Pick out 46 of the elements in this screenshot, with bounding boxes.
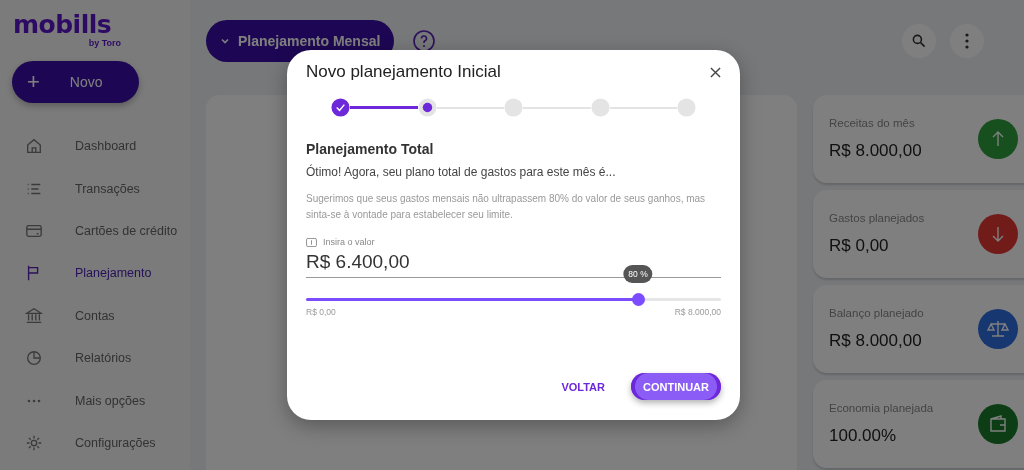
card-label: Receitas do mês <box>829 117 916 129</box>
section-heading: Planejamento Total <box>306 141 435 157</box>
sidebar-item[interactable]: Contas <box>12 294 190 337</box>
new-button[interactable]: + Novo <box>12 61 139 103</box>
settings-icon <box>25 433 43 452</box>
max-label: R$ 8.000,00 <box>674 307 721 317</box>
more-vertical-icon <box>965 33 969 49</box>
slider-tooltip: 80 % <box>623 265 653 283</box>
help-icon[interactable] <box>412 29 437 53</box>
chevron-down-icon <box>220 36 230 46</box>
home-icon <box>25 137 43 156</box>
card-label: Gastos planejados <box>829 212 925 224</box>
brand-logo: mobills <box>13 12 112 38</box>
field-label: Insira o valor <box>323 237 375 247</box>
more-icon <box>27 398 41 403</box>
search-icon <box>911 33 927 49</box>
card-label: Balanço planejado <box>829 307 924 319</box>
card-value: R$ 8.000,00 <box>829 331 923 351</box>
lead-text: Ótimo! Agora, seu plano total de gastos para este mês é... <box>306 165 617 179</box>
arrow-down-icon <box>978 214 1018 254</box>
card-value: R$ 8.000,00 <box>829 141 922 161</box>
sidebar-item[interactable]: Cartões de crédito <box>12 209 190 253</box>
sidebar-item[interactable]: Configurações <box>12 421 190 465</box>
wallet-icon <box>978 404 1018 444</box>
scale-icon <box>978 309 1018 349</box>
slider-thumb[interactable] <box>632 293 645 306</box>
dialog-title: Novo planejamento Inicial <box>306 62 501 82</box>
sidebar-item[interactable]: Planejamento <box>12 252 190 295</box>
bank-icon <box>25 306 43 325</box>
arrow-up-icon <box>978 119 1018 159</box>
brand-tagline: by Toro <box>88 38 121 48</box>
card-value: 100.00% <box>829 426 898 446</box>
sidebar-item[interactable]: Dashboard <box>12 125 190 168</box>
continue-button[interactable]: CONTINUAR <box>631 373 721 400</box>
back-button[interactable]: VOLTAR <box>555 379 611 394</box>
sidebar-item[interactable]: Relatórios <box>12 336 190 380</box>
close-icon[interactable] <box>710 66 721 78</box>
money-icon <box>306 237 317 247</box>
pie-chart-icon <box>25 349 43 368</box>
sidebar-item[interactable]: Mais opções <box>12 379 190 422</box>
search-button[interactable] <box>902 24 936 58</box>
sidebar-item[interactable]: Transações <box>12 167 190 210</box>
hint-text: Sugerimos que seus gastos mensais não ultrapassem 80% do valor de seus ganhos, mas sinta-se à vontade para estabelecer seu limite. <box>306 192 707 222</box>
min-label: R$ 0,00 <box>306 307 336 317</box>
card-label: Economia planejada <box>829 402 934 414</box>
card-value: R$ 0,00 <box>829 236 890 256</box>
